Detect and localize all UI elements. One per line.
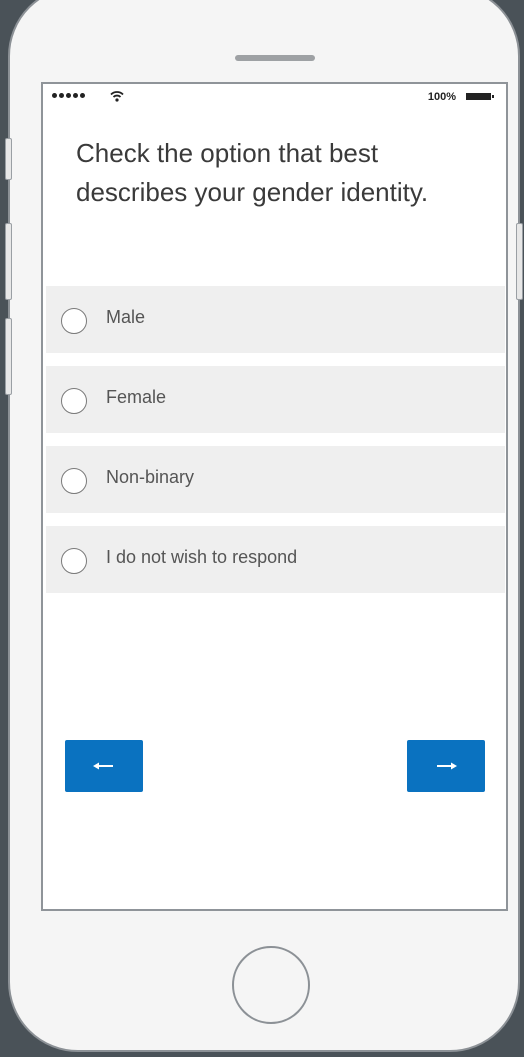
option-label: Non-binary bbox=[106, 467, 195, 487]
radio-button[interactable] bbox=[61, 308, 87, 334]
wifi-icon bbox=[110, 91, 124, 102]
radio-button[interactable] bbox=[61, 468, 87, 494]
home-button[interactable] bbox=[232, 946, 310, 1024]
next-button[interactable] bbox=[407, 740, 485, 792]
option-label: Male bbox=[106, 307, 146, 327]
back-button[interactable] bbox=[65, 740, 143, 792]
earpiece-speaker bbox=[235, 55, 315, 61]
option-label: I do not wish to respond bbox=[106, 547, 298, 567]
phone-frame: 100% Check the option that best describe… bbox=[5, 0, 523, 1052]
status-bar: 100% bbox=[43, 84, 506, 108]
option-non-binary[interactable]: Non-binary bbox=[46, 446, 505, 513]
option-no-response[interactable]: I do not wish to respond bbox=[46, 526, 505, 593]
arrow-right-icon bbox=[437, 762, 457, 770]
radio-button[interactable] bbox=[61, 388, 87, 414]
mute-switch bbox=[5, 138, 12, 180]
radio-button[interactable] bbox=[61, 548, 87, 574]
volume-up-button bbox=[5, 223, 12, 300]
battery-percentage: 100% bbox=[427, 91, 456, 103]
signal-strength-icon bbox=[52, 93, 85, 98]
option-label: Female bbox=[106, 387, 167, 407]
question-text: Check the option that best describes you… bbox=[76, 138, 429, 207]
phone-screen: 100% Check the option that best describe… bbox=[41, 82, 508, 911]
option-male[interactable]: Male bbox=[46, 286, 505, 353]
power-button bbox=[516, 223, 523, 300]
arrow-left-icon bbox=[93, 762, 113, 770]
battery-icon bbox=[466, 93, 494, 100]
volume-down-button bbox=[5, 318, 12, 395]
option-female[interactable]: Female bbox=[46, 366, 505, 433]
